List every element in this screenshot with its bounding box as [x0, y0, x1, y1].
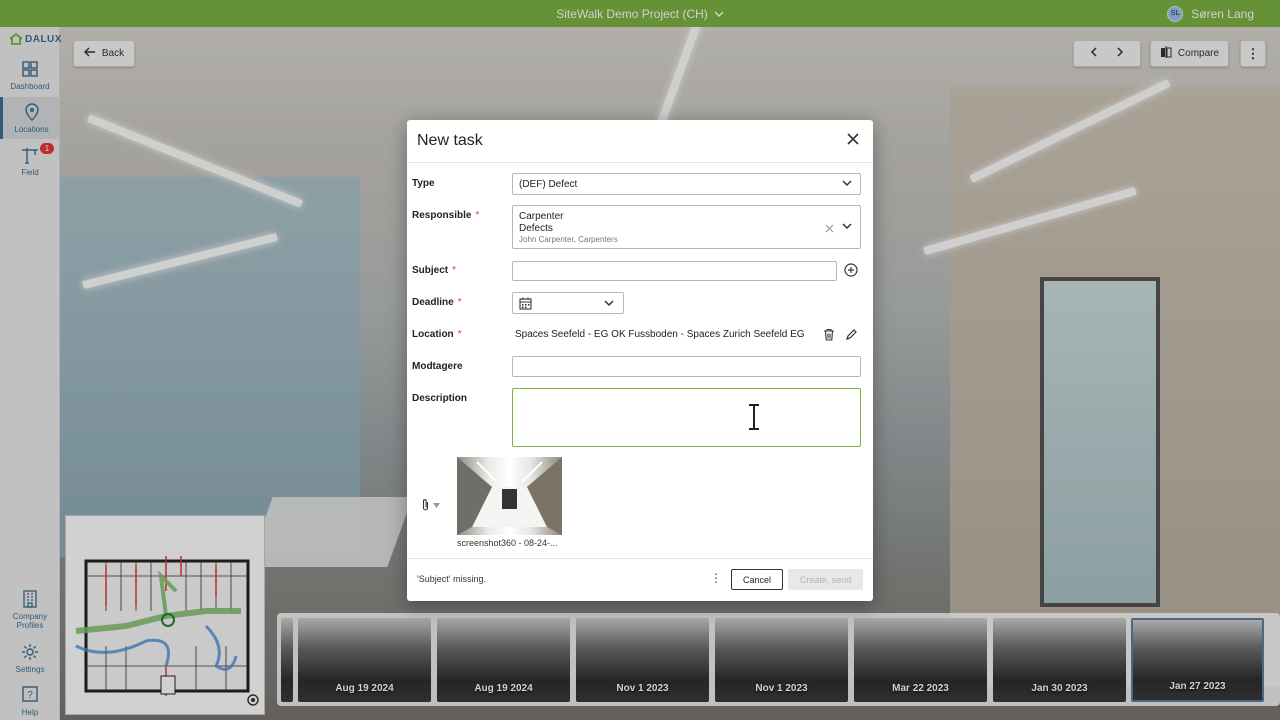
calendar-icon — [519, 297, 532, 313]
add-circle-icon[interactable] — [844, 263, 858, 280]
chevron-down-icon — [604, 299, 614, 310]
dialog-footer: 'Subject' missing. ⋮ Cancel Create, send — [407, 558, 873, 601]
chevron-down-icon — [842, 179, 852, 190]
responsible-line2: Defects — [519, 223, 553, 234]
text-cursor-icon — [747, 403, 761, 434]
caret-down-icon — [433, 502, 440, 508]
attachment-thumbnail[interactable] — [457, 457, 562, 535]
close-icon[interactable] — [847, 133, 859, 149]
clear-icon[interactable] — [825, 222, 834, 236]
edit-pencil-icon[interactable] — [845, 328, 858, 344]
subject-input[interactable] — [512, 261, 837, 281]
responsible-members: John Carpenter, Carpenters — [519, 235, 618, 244]
deadline-label: Deadline * — [412, 297, 462, 308]
more-options-icon[interactable]: ⋮ — [710, 572, 722, 584]
new-task-dialog: New task Type (DEF) Defect Responsible * … — [407, 120, 873, 601]
subject-label: Subject * — [412, 265, 457, 276]
modtagere-input[interactable] — [512, 356, 861, 377]
attachment-filename: screenshot360 - 08-24-... — [457, 538, 558, 548]
responsible-label: Responsible * — [412, 210, 480, 221]
dialog-header: New task — [407, 120, 873, 163]
attach-menu[interactable] — [421, 498, 440, 512]
trash-icon[interactable] — [823, 328, 835, 344]
cancel-button[interactable]: Cancel — [731, 569, 783, 590]
responsible-line1: Carpenter — [519, 211, 564, 222]
corridor-image — [457, 457, 562, 535]
type-label: Type — [412, 178, 435, 189]
location-value: Spaces Seefeld - EG OK Fussboden - Space… — [515, 329, 805, 340]
location-label: Location * — [412, 329, 462, 340]
type-value: (DEF) Defect — [519, 179, 578, 190]
validation-message: 'Subject' missing. — [417, 574, 486, 584]
type-select[interactable]: (DEF) Defect — [512, 173, 861, 195]
deadline-date-picker[interactable] — [512, 292, 624, 314]
responsible-select[interactable]: Carpenter Defects John Carpenter, Carpen… — [512, 205, 861, 249]
description-textarea[interactable] — [512, 388, 861, 447]
paperclip-icon — [422, 499, 429, 511]
create-send-button[interactable]: Create, send — [788, 569, 863, 590]
chevron-down-icon[interactable] — [842, 222, 852, 233]
dialog-title: New task — [417, 132, 483, 149]
description-label: Description — [412, 393, 468, 404]
modtagere-label: Modtagere — [412, 361, 463, 372]
